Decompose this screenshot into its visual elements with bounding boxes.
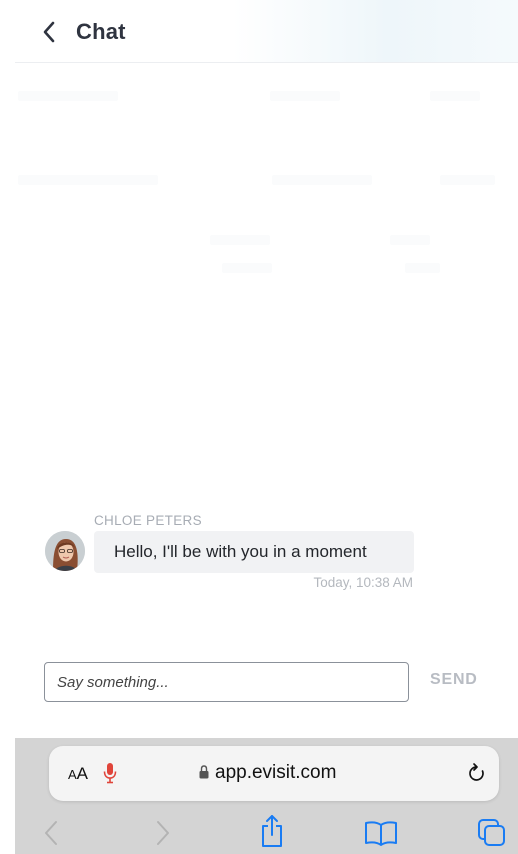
message-sender-name: CHLOE PETERS bbox=[94, 513, 202, 528]
bookmarks-icon[interactable] bbox=[364, 820, 398, 846]
header-bar: Chat bbox=[0, 10, 518, 54]
background-placeholder bbox=[440, 175, 495, 185]
chat-header: Chat bbox=[0, 0, 518, 62]
background-placeholder bbox=[390, 235, 430, 245]
back-button[interactable] bbox=[34, 17, 64, 47]
background-placeholder bbox=[272, 175, 372, 185]
message-bubble: Hello, I'll be with you in a moment bbox=[94, 531, 414, 573]
background-placeholder bbox=[270, 91, 340, 101]
message-timestamp: Today, 10:38 AM bbox=[313, 575, 413, 590]
lock-icon bbox=[199, 765, 209, 779]
background-placeholder bbox=[210, 235, 270, 245]
reload-icon[interactable] bbox=[467, 762, 487, 784]
text-size-small-a: A bbox=[68, 767, 77, 782]
background-placeholder bbox=[222, 263, 272, 273]
text-size-button[interactable]: AA bbox=[68, 764, 88, 784]
send-button[interactable]: SEND bbox=[430, 671, 478, 689]
background-placeholder bbox=[18, 175, 158, 185]
background-placeholder bbox=[18, 91, 118, 101]
chat-message-area[interactable] bbox=[0, 63, 518, 663]
background-placeholder bbox=[405, 263, 440, 273]
message-input[interactable] bbox=[44, 662, 409, 702]
share-icon[interactable] bbox=[259, 814, 285, 848]
url-text[interactable]: app.evisit.com bbox=[215, 762, 336, 784]
background-placeholder bbox=[430, 91, 480, 101]
forward-icon[interactable] bbox=[155, 820, 171, 846]
text-size-large-a: A bbox=[76, 764, 89, 783]
avatar-photo bbox=[45, 531, 85, 571]
avatar bbox=[45, 531, 85, 571]
chevron-left-icon bbox=[43, 21, 55, 43]
page-title: Chat bbox=[76, 19, 126, 44]
tabs-icon[interactable] bbox=[477, 818, 507, 848]
message-text: Hello, I'll be with you in a moment bbox=[114, 542, 367, 561]
mic-icon[interactable] bbox=[103, 762, 117, 784]
back-icon[interactable] bbox=[43, 820, 59, 846]
